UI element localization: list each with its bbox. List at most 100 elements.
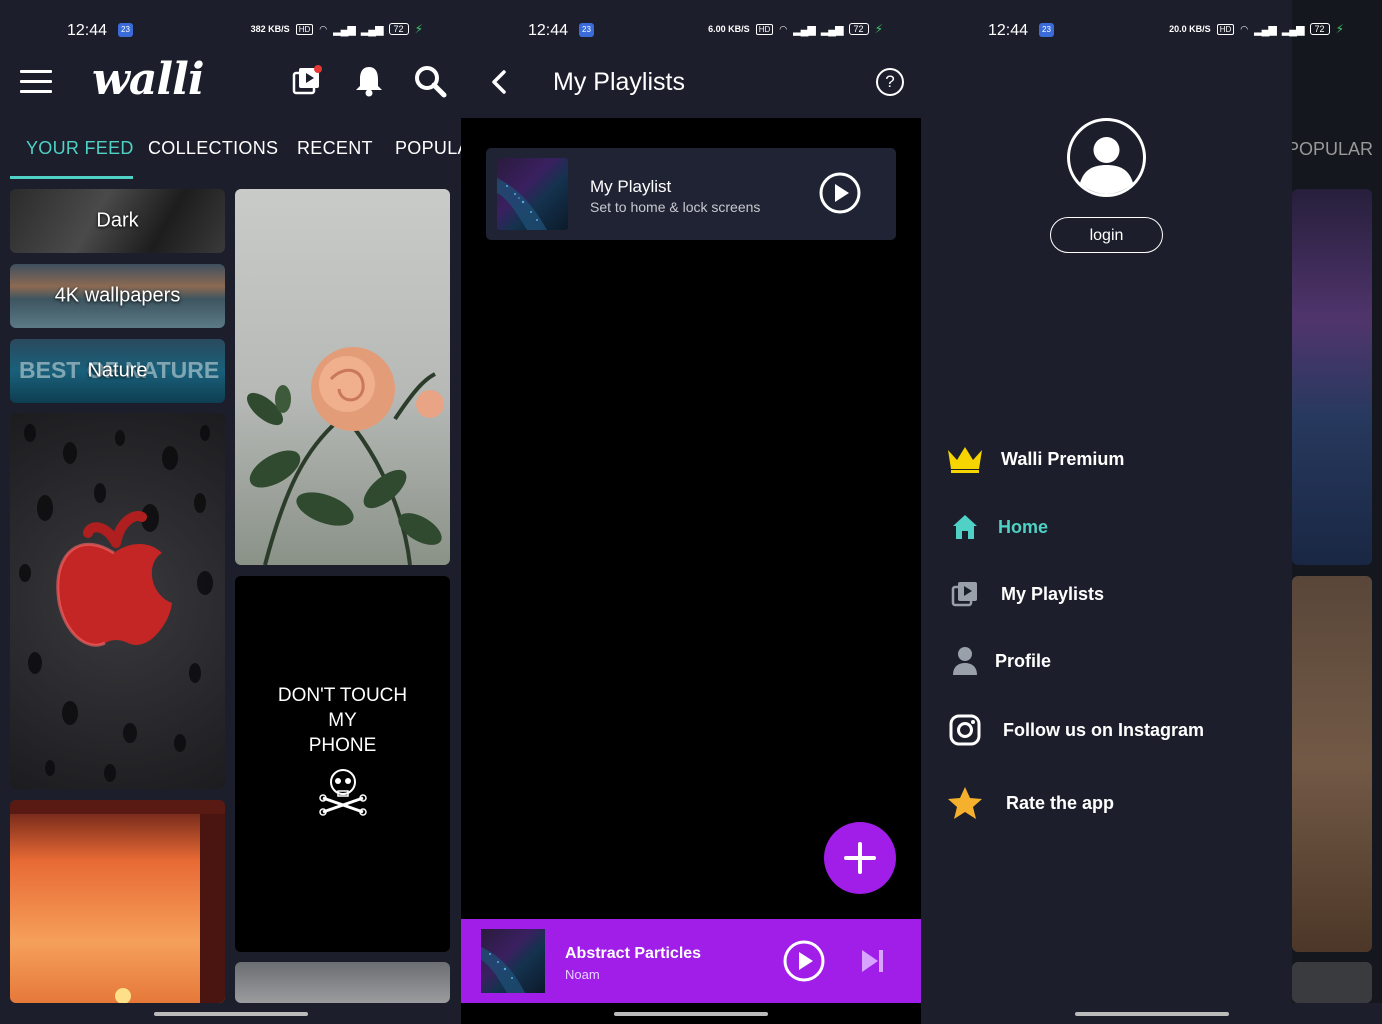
menu-item-home[interactable]: Home: [945, 505, 1285, 549]
signal-icon: ▂▄▆: [1254, 23, 1277, 36]
network-speed: 6.00 KB/S: [708, 24, 750, 34]
instagram-icon: [945, 712, 985, 748]
playlist-thumbnail: [497, 158, 568, 230]
menu-item-label: Follow us on Instagram: [1003, 719, 1205, 740]
notification-badge: 23: [118, 23, 133, 37]
skip-next-icon[interactable]: [859, 947, 887, 975]
network-speed: 20.0 KB/S: [1169, 24, 1211, 34]
hd-icon: HD: [1216, 23, 1235, 35]
hd-icon: HD: [755, 23, 774, 35]
wifi-icon: ◠: [1240, 23, 1249, 34]
now-playing-artist: Noam: [565, 967, 600, 982]
status-time: 12:44: [528, 22, 569, 39]
walli-logo: walli: [92, 54, 205, 105]
drawer-screen: POPULAR 12:44 23 20.0 KB/S HD ◠ ▂▄▆ ▂▄▆ …: [921, 0, 1382, 1024]
signal-icon-2: ▂▄▆: [1281, 23, 1305, 36]
now-playing-title: Abstract Particles: [565, 945, 702, 962]
phone-warning-text: DON'T TOUCH MY PHONE: [277, 685, 408, 756]
charging-icon: ⚡: [414, 22, 423, 36]
dimmed-feed[interactable]: POPULAR: [1287, 0, 1382, 1003]
active-tab-indicator: [10, 176, 133, 179]
back-icon[interactable]: [487, 68, 511, 96]
plus-icon: [844, 842, 876, 874]
signal-icon-2: ▂▄▆: [360, 23, 384, 36]
now-playing-thumbnail: [481, 929, 545, 993]
menu-item-label: Home: [998, 516, 1049, 537]
collection-dark[interactable]: Dark: [10, 189, 225, 253]
wallpaper-sunset-window[interactable]: [10, 800, 225, 1003]
playlists-screen: 12:44 23 6.00 KB/S HD ◠ ▂▄▆ ▂▄▆ 72 ⚡ My …: [461, 0, 921, 1024]
wifi-icon: ◠: [319, 23, 328, 34]
menu-item-my-playlists[interactable]: My Playlists: [945, 572, 1285, 616]
navigation-drawer: 12:44 23 20.0 KB/S HD ◠ ▂▄▆ ▂▄▆ 72 ⚡ log…: [921, 0, 1344, 1003]
collection-label: Dark: [96, 209, 139, 232]
menu-item-label: Profile: [995, 650, 1052, 671]
network-speed: 382 KB/S: [250, 24, 290, 34]
collection-label: 4K wallpapers: [54, 284, 181, 307]
tab-collections[interactable]: COLLECTIONS: [148, 138, 278, 159]
playlists-icon[interactable]: [290, 64, 324, 98]
wifi-icon: ◠: [779, 23, 788, 34]
add-playlist-button[interactable]: [824, 822, 896, 894]
avatar[interactable]: [1066, 117, 1147, 198]
menu-item-label: My Playlists: [1001, 583, 1105, 604]
playlists-icon: [945, 576, 985, 612]
help-icon[interactable]: ?: [876, 68, 904, 96]
playlist-subtitle: Set to home & lock screens: [590, 199, 761, 215]
playlist-name: My Playlist: [590, 177, 672, 196]
crown-icon: [945, 441, 985, 477]
menu-item-instagram[interactable]: Follow us on Instagram: [945, 708, 1285, 752]
play-icon[interactable]: [783, 940, 825, 982]
tab-popular[interactable]: POPULA: [395, 138, 461, 159]
battery-icon: 72: [1309, 23, 1330, 35]
battery-icon: 72: [388, 23, 409, 35]
rose-image: [246, 347, 444, 565]
tab-your-feed[interactable]: YOUR FEED: [26, 138, 134, 159]
login-button[interactable]: login: [1050, 217, 1163, 253]
feed-toolbar: walli: [0, 46, 461, 116]
wallpaper-partial[interactable]: [235, 962, 450, 1003]
skull-icon: [319, 769, 367, 816]
charging-icon: ⚡: [1335, 22, 1344, 36]
person-icon: [945, 643, 985, 679]
collection-4k[interactable]: 4K wallpapers: [10, 264, 225, 328]
playlist-card[interactable]: My Playlist Set to home & lock screens: [486, 148, 896, 240]
menu-icon[interactable]: [20, 70, 52, 93]
status-time: 12:44: [67, 22, 108, 39]
now-playing-bar[interactable]: Abstract Particles Noam: [461, 919, 921, 1003]
status-bar: 12:44 23 20.0 KB/S HD ◠ ▂▄▆ ▂▄▆ 72 ⚡: [921, 0, 1382, 46]
signal-icon: ▂▄▆: [793, 23, 816, 36]
collection-label: Nature: [87, 359, 148, 382]
tab-recent[interactable]: RECENT: [297, 138, 373, 159]
menu-item-rate[interactable]: Rate the app: [945, 781, 1285, 825]
apple-drops-image: [19, 424, 213, 782]
hd-icon: HD: [295, 23, 314, 35]
signal-icon: ▂▄▆: [333, 23, 356, 36]
wallpaper-apple-drops[interactable]: [10, 413, 225, 789]
wallpaper-dont-touch[interactable]: DON'T TOUCH MY PHONE: [235, 576, 450, 952]
wallpaper-dimmed: [1292, 189, 1372, 565]
menu-item-profile[interactable]: Profile: [945, 639, 1285, 683]
search-icon[interactable]: [413, 64, 447, 98]
sun: [115, 988, 131, 1003]
collection-nature[interactable]: BEST OF NATURE Nature: [10, 339, 225, 403]
status-bar: 12:44 23 382 KB/S HD ◠ ▂▄▆ ▂▄▆ 72 ⚡: [0, 0, 461, 46]
page-title: My Playlists: [553, 68, 685, 96]
gesture-bar[interactable]: [1074, 1012, 1229, 1016]
gesture-bar[interactable]: [614, 1012, 768, 1016]
battery-icon: 72: [848, 23, 869, 35]
menu-item-label: Rate the app: [1006, 792, 1115, 813]
bell-icon[interactable]: [352, 64, 386, 98]
play-icon[interactable]: [819, 172, 861, 214]
menu-item-label: Walli Premium: [1001, 448, 1125, 469]
wallpaper-rose[interactable]: [235, 189, 450, 565]
charging-icon: ⚡: [874, 22, 883, 36]
notification-badge: 23: [1039, 23, 1054, 37]
tab-popular-dimmed: POPULAR: [1287, 139, 1374, 159]
playlists-app-bar: My Playlists ?: [461, 46, 921, 118]
menu-item-premium[interactable]: Walli Premium: [945, 437, 1285, 481]
feed-screen: 12:44 23 382 KB/S HD ◠ ▂▄▆ ▂▄▆ 72 ⚡ wall…: [0, 0, 461, 1024]
notification-badge: 23: [579, 23, 594, 37]
status-time: 12:44: [988, 22, 1029, 39]
gesture-bar[interactable]: [153, 1012, 308, 1016]
